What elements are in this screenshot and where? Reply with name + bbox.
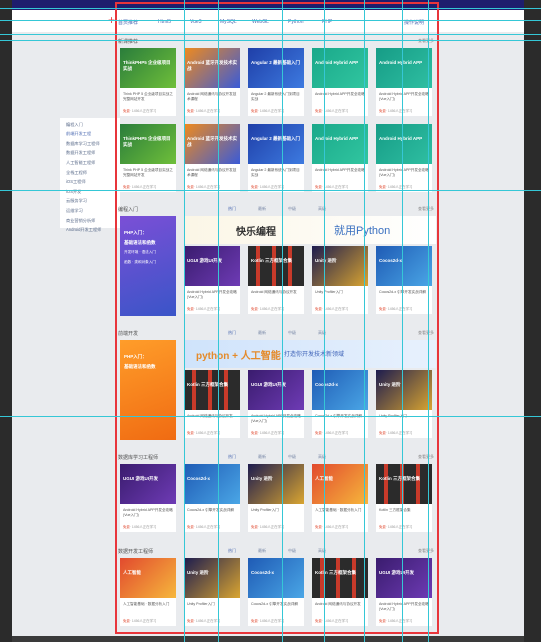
guide-line <box>0 34 541 35</box>
guide-line <box>364 0 365 642</box>
sidebar-item[interactable]: 前端开发工程 <box>66 131 114 137</box>
sidebar-item[interactable]: 数据开发工程师 <box>66 150 114 156</box>
guide-line <box>184 0 185 642</box>
guide-line <box>428 0 429 642</box>
sidebar-item[interactable]: 编程入门 <box>66 122 114 128</box>
category-sidebar: 编程入门前端开发工程 数据库学习工程师 数据开发工程师 人工智能工程师 全栈工程师 iOS… <box>60 118 120 232</box>
sidebar-item[interactable]: iOS工程师 <box>66 179 114 185</box>
guide-line <box>0 416 541 417</box>
selection-frame <box>115 2 439 634</box>
sidebar-item[interactable]: 全栈工程师 <box>66 170 114 176</box>
guide-line <box>282 0 283 642</box>
guide-line <box>0 40 541 41</box>
guide-line <box>402 0 403 642</box>
guide-line <box>218 0 219 642</box>
guide-line <box>0 20 541 21</box>
sidebar-item[interactable]: 云服务学习 <box>66 198 114 204</box>
guide-line <box>0 190 541 191</box>
bottom-bar <box>12 636 524 642</box>
guide-line <box>0 8 541 9</box>
sidebar-item[interactable]: 运维学习 <box>66 208 114 214</box>
sidebar-item[interactable]: 商业营销分析师 <box>66 218 114 224</box>
sidebar-item[interactable]: Android开发工程师 <box>66 227 114 233</box>
sidebar-item[interactable]: 人工智能工程师 <box>66 160 114 166</box>
sidebar-item[interactable]: 数据库学习工程师 <box>66 141 114 147</box>
guide-line <box>324 0 325 642</box>
